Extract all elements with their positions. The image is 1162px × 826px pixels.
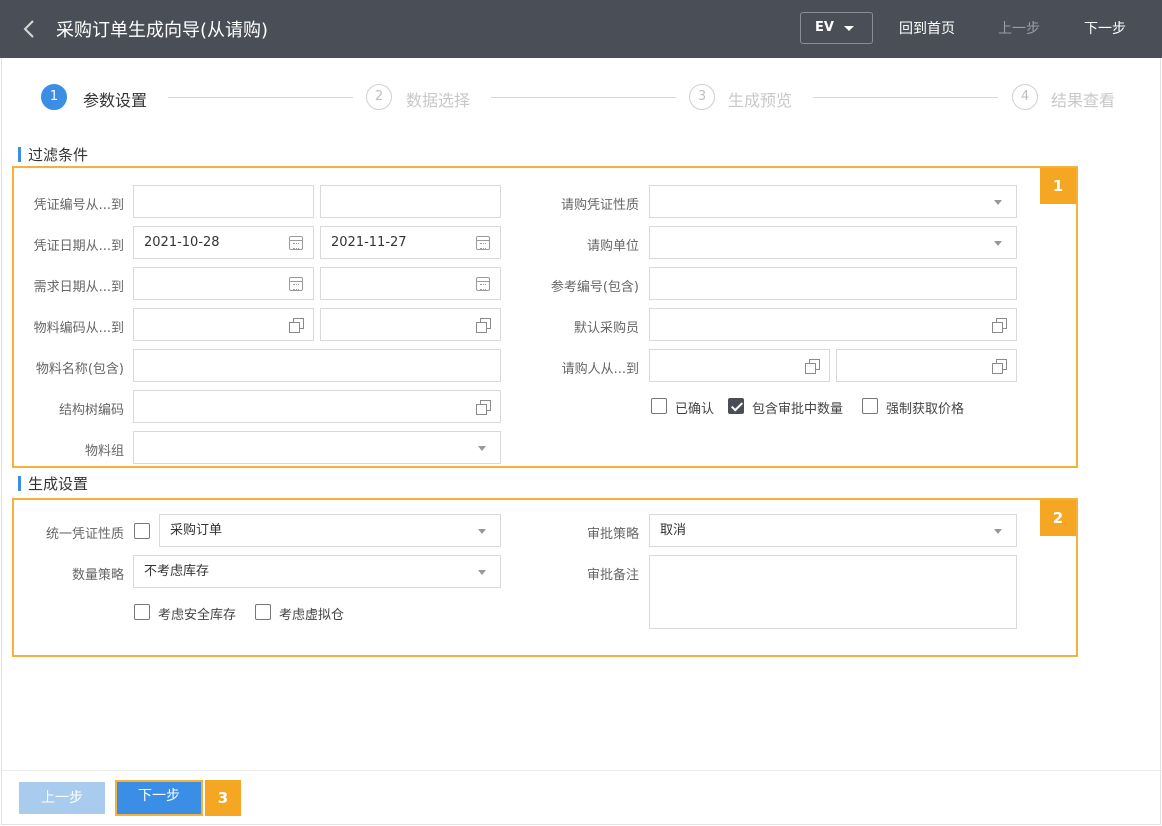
next-step-button[interactable]: 下一步 [115, 780, 203, 816]
material-group-label: 物料组 [84, 444, 124, 459]
default-buyer-label: 默认采购员 [573, 321, 639, 336]
generate-section-title: 生成设置 [18, 473, 88, 494]
dropdown-arrow-icon [478, 570, 486, 575]
wizard-footer: 上一步 下一步 3 [2, 770, 1162, 825]
back-arrow-icon[interactable] [18, 17, 42, 41]
step-4-label: 结果查看 [1051, 91, 1116, 110]
safety-stock-checkbox[interactable] [134, 604, 150, 620]
structure-tree-input[interactable] [133, 390, 501, 423]
step-connector [491, 97, 676, 98]
home-link[interactable]: 回到首页 [899, 18, 955, 38]
material-name-label: 物料名称(包含) [35, 362, 124, 377]
dropdown-arrow-icon [994, 529, 1002, 534]
voucher-date-from-input[interactable]: 2021-10-28 [133, 226, 314, 259]
calendar-icon[interactable] [476, 236, 490, 250]
dropdown-arrow-icon [478, 529, 486, 534]
top-bar: 采购订单生成向导(从请购) EV 回到首页 上一步 下一步 [0, 0, 1162, 58]
prev-step-button[interactable]: 上一步 [19, 782, 105, 814]
request-unit-label: 请购单位 [586, 239, 639, 254]
qty-strategy-select[interactable]: 不考虑库存 [133, 555, 501, 588]
requester-from-input[interactable] [649, 349, 830, 382]
lookup-icon[interactable] [476, 400, 491, 415]
include-approving-label: 包含审批中数量 [752, 402, 844, 417]
step-3-number: 3 [689, 84, 715, 110]
ref-no-label: 参考编号(包含) [550, 280, 639, 295]
unify-nature-label: 统一凭证性质 [45, 527, 124, 542]
demand-date-label: 需求日期从...到 [33, 280, 124, 295]
step-connector [813, 97, 998, 98]
ref-no-input[interactable] [649, 267, 1017, 300]
lookup-icon[interactable] [992, 359, 1007, 374]
voucher-no-from-input[interactable] [133, 185, 314, 218]
qty-strategy-value: 不考虑库存 [144, 564, 210, 579]
lookup-icon[interactable] [289, 318, 304, 333]
unify-nature-checkbox[interactable] [134, 523, 150, 539]
ev-label: EV [815, 20, 834, 35]
voucher-date-to-input[interactable]: 2021-11-27 [320, 226, 501, 259]
approval-note-label: 审批备注 [586, 568, 639, 583]
request-unit-select[interactable] [649, 226, 1017, 259]
voucher-date-from-value: 2021-10-28 [144, 235, 220, 250]
confirmed-checkbox[interactable] [651, 398, 667, 414]
material-code-to-input[interactable] [320, 308, 501, 341]
generate-badge: 2 [1040, 500, 1076, 536]
dropdown-arrow-icon [994, 200, 1002, 205]
approval-strategy-label: 审批策略 [586, 527, 639, 542]
step-1-label: 参数设置 [83, 91, 148, 110]
request-nature-label: 请购凭证性质 [560, 198, 639, 213]
calendar-icon[interactable] [476, 277, 490, 291]
unify-nature-value: 采购订单 [170, 523, 223, 538]
request-nature-select[interactable] [649, 185, 1017, 218]
filter-badge: 1 [1040, 168, 1076, 204]
virtual-warehouse-checkbox[interactable] [255, 604, 271, 620]
step-2-number: 2 [366, 84, 392, 110]
step-1-number: 1 [41, 84, 67, 110]
voucher-no-label: 凭证编号从...到 [33, 198, 124, 213]
requester-to-input[interactable] [836, 349, 1017, 382]
default-buyer-input[interactable] [649, 308, 1017, 341]
header-next-step-link[interactable]: 下一步 [1084, 18, 1126, 38]
caret-down-icon [844, 26, 854, 31]
step-connector [168, 97, 353, 98]
structure-tree-label: 结构树编码 [58, 403, 124, 418]
approval-note-textarea[interactable] [649, 555, 1017, 629]
wizard-steps: 1 参数设置 2 数据选择 3 生成预览 4 结果查看 [2, 58, 1162, 138]
wizard-page: 1 参数设置 2 数据选择 3 生成预览 4 结果查看 过滤条件 1 凭证编号从… [1, 58, 1162, 825]
approval-strategy-value: 取消 [660, 523, 687, 538]
step-4-number: 4 [1012, 84, 1038, 110]
include-approving-checkbox[interactable] [728, 398, 744, 414]
lookup-icon[interactable] [992, 318, 1007, 333]
calendar-icon[interactable] [289, 236, 303, 250]
header-prev-step-link[interactable]: 上一步 [998, 18, 1040, 38]
force-price-label: 强制获取价格 [886, 402, 965, 417]
next-step-badge: 3 [205, 780, 241, 816]
voucher-date-label: 凭证日期从...到 [33, 239, 124, 254]
filter-section-title: 过滤条件 [18, 144, 88, 165]
ev-dropdown-button[interactable]: EV [800, 12, 873, 44]
step-2-label: 数据选择 [406, 91, 471, 110]
lookup-icon[interactable] [476, 318, 491, 333]
safety-stock-label: 考虑安全库存 [158, 608, 237, 623]
unify-nature-select[interactable]: 采购订单 [159, 514, 501, 547]
approval-strategy-select[interactable]: 取消 [649, 514, 1017, 547]
lookup-icon[interactable] [805, 359, 820, 374]
material-code-label: 物料编码从...到 [33, 321, 124, 336]
step-3-label: 生成预览 [728, 91, 793, 110]
material-name-input[interactable] [133, 349, 501, 382]
virtual-warehouse-label: 考虑虚拟仓 [279, 608, 345, 623]
force-price-checkbox[interactable] [862, 398, 878, 414]
demand-date-from-input[interactable] [133, 267, 314, 300]
dropdown-arrow-icon [994, 241, 1002, 246]
requester-label: 请购人从...到 [561, 362, 639, 377]
qty-strategy-label: 数量策略 [71, 568, 124, 583]
dropdown-arrow-icon [478, 446, 486, 451]
material-code-from-input[interactable] [133, 308, 314, 341]
calendar-icon[interactable] [289, 277, 303, 291]
voucher-date-to-value: 2021-11-27 [331, 235, 407, 250]
voucher-no-to-input[interactable] [320, 185, 501, 218]
material-group-select[interactable] [133, 431, 501, 464]
confirmed-label: 已确认 [675, 402, 715, 417]
page-title: 采购订单生成向导(从请购) [56, 20, 269, 41]
demand-date-to-input[interactable] [320, 267, 501, 300]
